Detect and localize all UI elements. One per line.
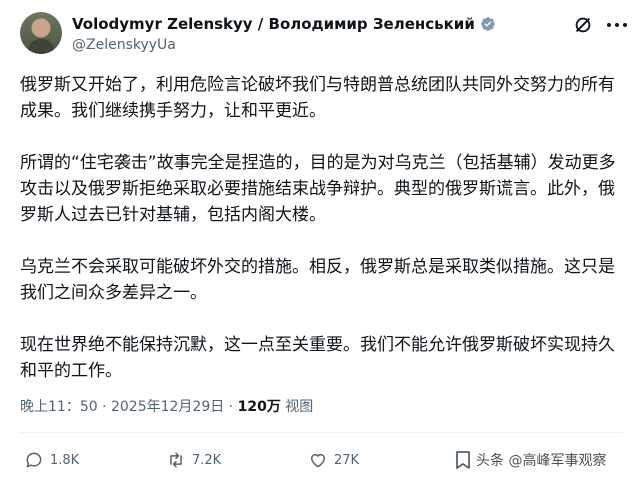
like-icon [311, 454, 325, 468]
post-paragraph: 乌克兰不会采取可能破坏外交的措施。相反，俄罗斯总是采取类似措施。这只是我们之间众… [20, 257, 615, 303]
reply-count: 1.8K [50, 452, 80, 468]
more-icon[interactable] [606, 22, 628, 28]
author-handle[interactable]: @ZelenskyyUa [72, 37, 176, 53]
author-name-row: Volodymyr Zelenskyy / Володимир Зеленськ… [72, 14, 496, 34]
views-count: 120万 [237, 399, 281, 415]
post-timestamp[interactable]: 晚上11：50 · 2025年12月29日 · [20, 399, 238, 415]
like-button[interactable]: 27K [308, 446, 359, 474]
repost-icon [170, 452, 182, 468]
avatar[interactable] [20, 12, 62, 54]
views-label: 视图 [280, 399, 314, 415]
bookmark-icon[interactable] [454, 450, 472, 470]
grok-icon[interactable] [572, 14, 594, 36]
reply-icon [26, 452, 42, 468]
post-paragraph: 所谓的“住宅袭击”故事完全是捏造的，目的是为对乌克兰（包括基辅）发动更多攻击以及… [20, 153, 616, 225]
post-text: 俄罗斯又开始了，利用危险言论破坏我们与特朗普总统团队共同外交努力的所有成果。我们… [20, 72, 622, 410]
verified-badge-icon [480, 17, 495, 31]
divider [20, 432, 622, 433]
post-header: Volodymyr Zelenskyy / Володимир Зеленськ… [0, 0, 640, 70]
repost-count: 7.2K [192, 452, 222, 468]
reply-button[interactable]: 1.8K [24, 446, 79, 474]
repost-button[interactable]: 7.2K [166, 446, 221, 474]
watermark: 头条 @高峰军事观察 [476, 453, 607, 469]
post-paragraph: 俄罗斯又开始了，利用危险言论破坏我们与特朗普总统团队共同外交努力的所有成果。我们… [20, 75, 615, 121]
post-meta: 晚上11：50 · 2025年12月29日 · 120万 视图 [20, 396, 313, 416]
post-paragraph: 现在世界绝不能保持沉默，这一点至关重要。我们不能允许俄罗斯破坏实现持久和平的工作… [20, 335, 615, 381]
like-count: 27K [334, 452, 360, 468]
author-name[interactable]: Volodymyr Zelenskyy / Володимир Зеленськ… [72, 15, 475, 33]
